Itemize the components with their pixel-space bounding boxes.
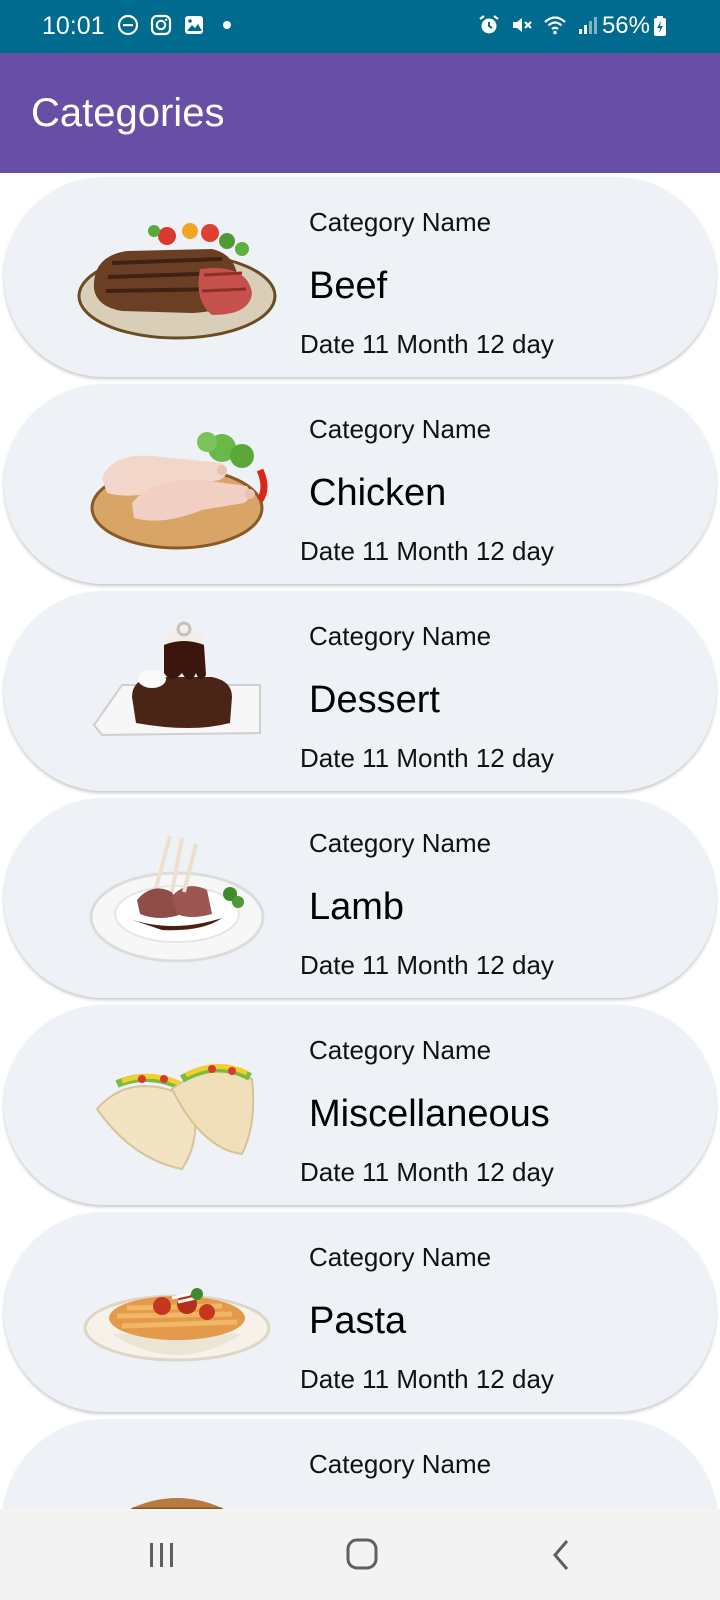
- beef-steak-icon: [77, 223, 277, 340]
- category-date: Date 11 Month 12 day: [300, 1364, 554, 1394]
- mute-icon: [513, 18, 532, 32]
- pie-icon: [130, 1498, 224, 1509]
- category-label: Category Name: [309, 828, 492, 858]
- navigation-bar: [0, 1509, 720, 1600]
- category-date: Date 11 Month 12 day: [300, 743, 554, 773]
- alarm-icon: [479, 15, 499, 34]
- category-card-pasta[interactable]: Category Name Pasta Date 11 Month 12 day: [4, 1212, 716, 1412]
- category-date: Date 11 Month 12 day: [300, 536, 554, 566]
- category-name: Pasta: [309, 1300, 407, 1342]
- category-date: Date 11 Month 12 day: [300, 329, 554, 359]
- gallery-icon: [185, 16, 203, 34]
- category-list[interactable]: Category Name Beef Date 11 Month 12 day …: [0, 173, 720, 1509]
- recents-icon[interactable]: [142, 1537, 182, 1573]
- category-card-chicken[interactable]: Category Name Chicken Date 11 Month 12 d…: [4, 384, 716, 584]
- wifi-icon: [544, 16, 566, 35]
- category-label: Category Name: [309, 1242, 492, 1272]
- category-card-dessert[interactable]: Category Name Dessert Date 11 Month 12 d…: [4, 591, 716, 791]
- category-label: Category Name: [309, 207, 492, 237]
- status-time: 10:01: [42, 12, 105, 40]
- category-label: Category Name: [309, 621, 492, 651]
- tacos-icon: [95, 1063, 255, 1171]
- category-label: Category Name: [309, 1035, 492, 1065]
- app-bar: Categories: [0, 53, 720, 173]
- dot-icon: [223, 21, 231, 29]
- dnd-icon: [117, 14, 139, 36]
- status-bar: 10:01 56%: [0, 0, 720, 53]
- category-card-beef[interactable]: Category Name Beef Date 11 Month 12 day: [4, 177, 716, 377]
- category-name: Beef: [309, 265, 388, 307]
- page-title: Categories: [31, 91, 225, 135]
- category-date: Date 11 Month 12 day: [300, 950, 554, 980]
- category-label: Category Name: [309, 414, 492, 444]
- category-name: Dessert: [309, 679, 440, 721]
- category-label: Category Name: [309, 1449, 492, 1479]
- instagram-icon: [150, 14, 172, 36]
- home-icon[interactable]: [343, 1537, 383, 1573]
- category-card-miscellaneous[interactable]: Category Name Miscellaneous Date 11 Mont…: [4, 1005, 716, 1205]
- category-name: Miscellaneous: [309, 1093, 550, 1135]
- chocolate-cake-icon: [92, 621, 261, 737]
- category-card-lamb[interactable]: Category Name Lamb Date 11 Month 12 day: [4, 798, 716, 998]
- pasta-plate-icon: [83, 1288, 271, 1362]
- signal-icon: [579, 17, 597, 34]
- category-card-partial[interactable]: Category Name: [4, 1419, 716, 1509]
- lamb-chops-icon: [89, 835, 265, 963]
- battery-percent: 56%: [601, 12, 650, 39]
- category-date: Date 11 Month 12 day: [300, 1157, 554, 1187]
- chicken-legs-icon: [90, 432, 268, 550]
- category-name: Chicken: [309, 472, 447, 514]
- battery-icon: [654, 16, 666, 36]
- back-icon[interactable]: [545, 1537, 585, 1573]
- category-name: Lamb: [309, 886, 405, 928]
